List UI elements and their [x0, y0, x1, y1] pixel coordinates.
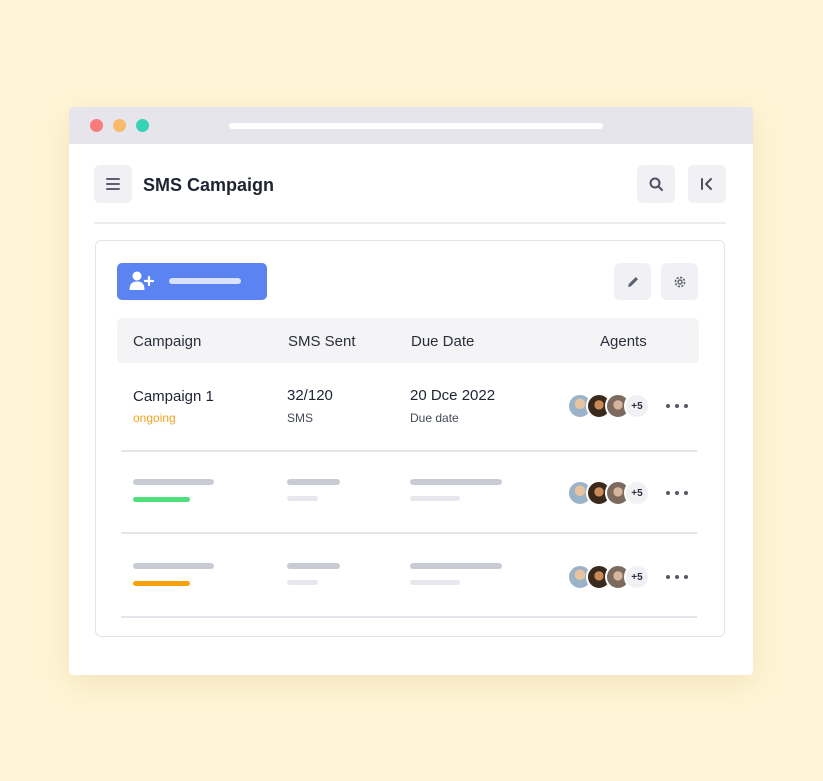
column-header-due-date[interactable]: Due Date	[411, 333, 474, 350]
table-header: Campaign SMS Sent Due Date Agents	[117, 318, 699, 363]
add-user-icon	[129, 271, 155, 290]
dot-icon	[684, 575, 688, 579]
title-bar	[69, 107, 753, 144]
table-row[interactable]: +5	[121, 533, 697, 618]
more-agents-badge: +5	[624, 564, 650, 590]
campaign-status: ongoing	[133, 411, 176, 425]
minimize-window-dot[interactable]	[113, 119, 126, 132]
column-header-campaign[interactable]: Campaign	[133, 333, 201, 350]
due-label-placeholder	[410, 496, 460, 501]
status-bar	[133, 497, 190, 502]
close-window-dot[interactable]	[90, 119, 103, 132]
sms-sent-placeholder	[287, 563, 340, 569]
campaign-card: Campaign SMS Sent Due Date Agents Campai…	[95, 240, 725, 637]
header-divider	[94, 222, 726, 224]
sms-unit-placeholder	[287, 496, 318, 501]
more-agents-badge: +5	[624, 393, 650, 419]
dot-icon	[675, 404, 679, 408]
status-bar	[133, 581, 190, 586]
search-icon	[649, 177, 663, 191]
dot-icon	[666, 404, 670, 408]
agent-avatars[interactable]: +5	[567, 564, 657, 590]
collapse-button[interactable]	[688, 165, 726, 203]
due-date-placeholder	[410, 563, 502, 569]
menu-button[interactable]	[94, 165, 132, 203]
address-bar[interactable]	[229, 123, 603, 129]
dot-icon	[675, 491, 679, 495]
pencil-icon	[627, 276, 638, 287]
row-divider	[121, 616, 697, 618]
sms-sent-unit: SMS	[287, 411, 314, 425]
hamburger-icon	[106, 178, 120, 190]
dot-icon	[684, 491, 688, 495]
row-actions-button[interactable]	[666, 404, 692, 410]
dot-icon	[666, 491, 670, 495]
dot-icon	[666, 575, 670, 579]
maximize-window-dot[interactable]	[136, 119, 149, 132]
sms-sent-count: 32/120	[287, 387, 333, 404]
due-label-placeholder	[410, 580, 460, 585]
campaign-name-placeholder	[133, 563, 214, 569]
edit-button[interactable]	[614, 263, 651, 300]
table-row[interactable]: Campaign 1 ongoing 32/120 SMS 20 Dce 202…	[121, 363, 697, 452]
due-date-placeholder	[410, 479, 502, 485]
gear-icon	[674, 276, 685, 287]
settings-button[interactable]	[661, 263, 698, 300]
agent-avatars[interactable]: +5	[567, 480, 657, 506]
row-actions-button[interactable]	[666, 575, 692, 581]
due-date-label: Due date	[410, 411, 459, 425]
add-agent-button[interactable]	[117, 263, 267, 300]
more-agents-badge: +5	[624, 480, 650, 506]
dot-icon	[675, 575, 679, 579]
search-button[interactable]	[637, 165, 675, 203]
table-row[interactable]: +5	[121, 451, 697, 534]
campaign-name: Campaign 1	[133, 388, 214, 405]
sms-sent-placeholder	[287, 479, 340, 485]
collapse-left-icon	[701, 178, 712, 190]
agent-avatars[interactable]: +5	[567, 393, 657, 419]
column-header-agents[interactable]: Agents	[600, 333, 647, 350]
page-header: SMS Campaign	[94, 165, 726, 203]
add-button-label-placeholder	[169, 278, 241, 284]
browser-window: SMS Campaign Campaign SMS Sent Due Date …	[69, 107, 753, 675]
dot-icon	[684, 404, 688, 408]
due-date-value: 20 Dce 2022	[410, 387, 496, 404]
campaign-name-placeholder	[133, 479, 214, 485]
page-title: SMS Campaign	[143, 175, 275, 195]
sms-unit-placeholder	[287, 580, 318, 585]
row-actions-button[interactable]	[666, 491, 692, 497]
column-header-sms-sent[interactable]: SMS Sent	[288, 333, 356, 350]
